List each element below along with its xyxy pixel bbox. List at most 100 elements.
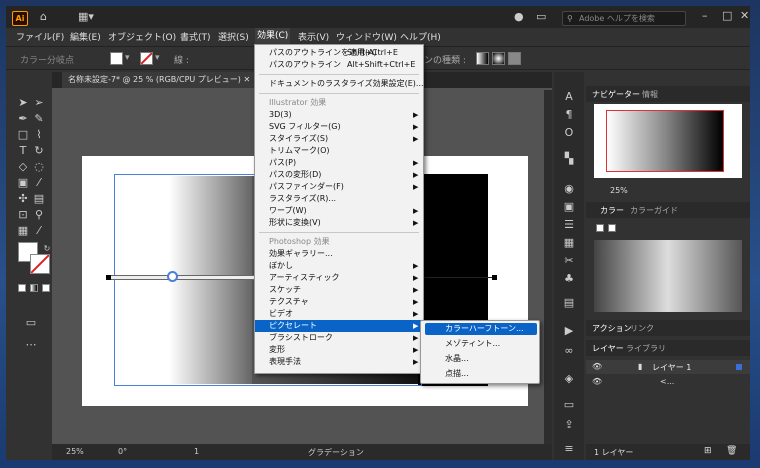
menu-item-3d[interactable]: 3D(3) ▶ (255, 109, 423, 121)
vertical-scrollbar[interactable] (544, 90, 552, 444)
tab-color-guide[interactable]: カラーガイド (630, 205, 678, 216)
graphic-styles-icon[interactable]: ▣ (562, 200, 576, 214)
stroke-dropdown-icon[interactable]: ▾ (155, 53, 160, 63)
menu-item-distort-transform[interactable]: パスの変形(D) ▶ (255, 169, 423, 181)
menu-item-warp[interactable]: ワープ(W) ▶ (255, 205, 423, 217)
appearance-icon[interactable]: ◉ (562, 182, 576, 196)
fill-dropdown-icon[interactable]: ▾ (125, 53, 130, 63)
home-icon[interactable]: ⌂ (40, 10, 47, 23)
menu-item-apply-outline[interactable]: パスのアウトラインを適用(A) Shift+Ctrl+E (255, 47, 423, 59)
layer-row[interactable]: 👁 ▮ レイヤー 1 (586, 360, 750, 374)
paint-tool-icon[interactable]: ⁄ (32, 224, 46, 238)
menu-edit[interactable]: 編集(E) (70, 30, 101, 43)
submenu-item-pointillize[interactable]: 点描... (425, 368, 537, 380)
gradient-start-handle[interactable] (106, 275, 111, 280)
menu-item-brush-strokes[interactable]: ブラシストローク ▶ (255, 332, 423, 344)
menu-item-stylize[interactable]: スタイライズ(S) ▶ (255, 133, 423, 145)
rectangle-tool-icon[interactable]: □ (16, 128, 30, 142)
submenu-item-mezzotint[interactable]: メゾティント... (425, 338, 537, 350)
symbol-tool-icon[interactable]: ✣ (16, 192, 30, 206)
visibility-icon[interactable]: 👁 (592, 362, 602, 371)
menu-item-trim-marks[interactable]: トリムマーク(O) (255, 145, 423, 157)
submenu-item-crystallize[interactable]: 水晶... (425, 353, 537, 365)
more-tools-icon[interactable]: ⋯ (24, 338, 38, 352)
tab-navigator[interactable]: ナビゲーター (592, 89, 640, 100)
menu-window[interactable]: ウィンドウ(W) (336, 30, 397, 43)
tab-layers[interactable]: レイヤー (592, 343, 624, 354)
artboard-tool-icon[interactable]: ⊡ (16, 208, 30, 222)
stroke-color-box[interactable] (30, 254, 50, 274)
direct-selection-tool-icon[interactable]: ➢ (32, 96, 46, 110)
opentype-icon[interactable]: O (562, 126, 576, 140)
menu-file[interactable]: ファイル(F) (16, 30, 64, 43)
pen-tool-icon[interactable]: ✒ (16, 112, 30, 126)
close-button[interactable]: ✕ (740, 9, 749, 22)
links-icon[interactable]: ∞ (562, 344, 576, 358)
new-layer-icon[interactable]: ⊞ (704, 446, 712, 456)
gradient-mode-icon[interactable] (30, 284, 38, 292)
tab-info[interactable]: 情報 (642, 89, 658, 100)
menu-item-svg-filter[interactable]: SVG フィルター(G) ▶ (255, 121, 423, 133)
menu-item-sketch[interactable]: スケッチ ▶ (255, 284, 423, 296)
color-mode-icon[interactable] (18, 284, 26, 292)
gradient-origin-knob[interactable] (167, 271, 178, 282)
status-zoom[interactable]: 25% (66, 447, 84, 456)
menu-item-path-outline[interactable]: パスのアウトライン Alt+Shift+Ctrl+E (255, 59, 423, 71)
help-search-input[interactable]: ⚲ Adobe ヘルプを検索 (562, 11, 686, 26)
status-angle[interactable]: 0° (118, 447, 127, 456)
menu-effect[interactable]: 効果(C) (255, 28, 291, 44)
eraser-tool-icon[interactable]: ◇ (16, 160, 30, 174)
navigator-zoom[interactable]: 25% (610, 186, 628, 195)
swatches-icon[interactable]: ▦ (562, 236, 576, 250)
maximize-button[interactable]: □ (722, 9, 732, 22)
align-icon[interactable]: ☰ (562, 218, 576, 232)
tab-actions[interactable]: アクション (592, 323, 632, 334)
linear-gradient-button[interactable] (476, 52, 489, 65)
menu-item-artistic[interactable]: アーティスティック ▶ (255, 272, 423, 284)
tab-color[interactable]: カラー (600, 205, 624, 216)
symbols-icon[interactable]: ♣ (562, 272, 576, 286)
account-icon[interactable]: ● (514, 10, 524, 23)
artboards-icon[interactable]: ▭ (562, 398, 576, 412)
sublayer-name[interactable]: <... (660, 377, 674, 386)
stroke-swatch[interactable] (140, 52, 153, 65)
menu-item-rasterize-settings[interactable]: ドキュメントのラスタライズ効果設定(E)... (255, 78, 424, 90)
close-tab-icon[interactable]: ✕ (243, 75, 250, 84)
tab-links[interactable]: リンク (630, 323, 654, 334)
color-fill-small[interactable] (596, 224, 604, 232)
properties-icon[interactable]: ≡ (562, 442, 576, 456)
freeform-gradient-button[interactable] (508, 52, 521, 65)
menu-item-video[interactable]: ビデオ ▶ (255, 308, 423, 320)
brush-tool-icon[interactable]: ⌇ (32, 128, 46, 142)
fill-swatch[interactable] (110, 52, 123, 65)
gradient-panel-icon[interactable]: ▤ (562, 296, 576, 310)
menu-item-rasterize[interactable]: ラスタライズ(R)... (255, 193, 423, 205)
paragraph-icon[interactable]: ¶ (562, 108, 576, 122)
menu-item-pathfinder[interactable]: パスファインダー(F) ▶ (255, 181, 423, 193)
screen-mode-icon[interactable]: ▭ (24, 316, 38, 330)
character-icon[interactable]: A (562, 90, 576, 104)
transform-icon[interactable]: ▚ (562, 152, 576, 166)
zoom-tool-icon[interactable]: ⚲ (32, 208, 46, 222)
lasso-tool-icon[interactable]: ◌ (32, 160, 46, 174)
menu-item-texture[interactable]: テクスチャ ▶ (255, 296, 423, 308)
menu-select[interactable]: 選択(S) (218, 30, 249, 43)
actions-icon[interactable]: ▶ (562, 324, 576, 338)
menu-object[interactable]: オブジェクト(O) (108, 30, 176, 43)
arrange-icon[interactable]: ▭ (536, 10, 546, 23)
menu-item-path[interactable]: パス(P) ▶ (255, 157, 423, 169)
gradient-end-handle[interactable] (492, 275, 497, 280)
document-tab[interactable]: 名称未設定-7* @ 25 % (RGB/CPU プレビュー) ✕ (62, 72, 257, 88)
menu-item-stylize-ps[interactable]: 表現手法 ▶ (255, 356, 423, 368)
menu-type[interactable]: 書式(T) (180, 30, 211, 43)
export-icon[interactable]: ⇪ (562, 418, 576, 432)
delete-layer-icon[interactable]: 🗑 (726, 446, 737, 456)
status-artboard-number[interactable]: 1 (194, 447, 199, 456)
curvature-tool-icon[interactable]: ✎ (32, 112, 46, 126)
menu-view[interactable]: 表示(V) (298, 30, 329, 43)
workspace-icon[interactable]: ▦▾ (78, 10, 94, 23)
menu-item-convert-to-shape[interactable]: 形状に変換(V) ▶ (255, 217, 423, 229)
layers-icon[interactable]: ◈ (562, 372, 576, 386)
navigator-preview[interactable] (594, 104, 742, 178)
menu-item-blur[interactable]: ぼかし ▶ (255, 260, 423, 272)
